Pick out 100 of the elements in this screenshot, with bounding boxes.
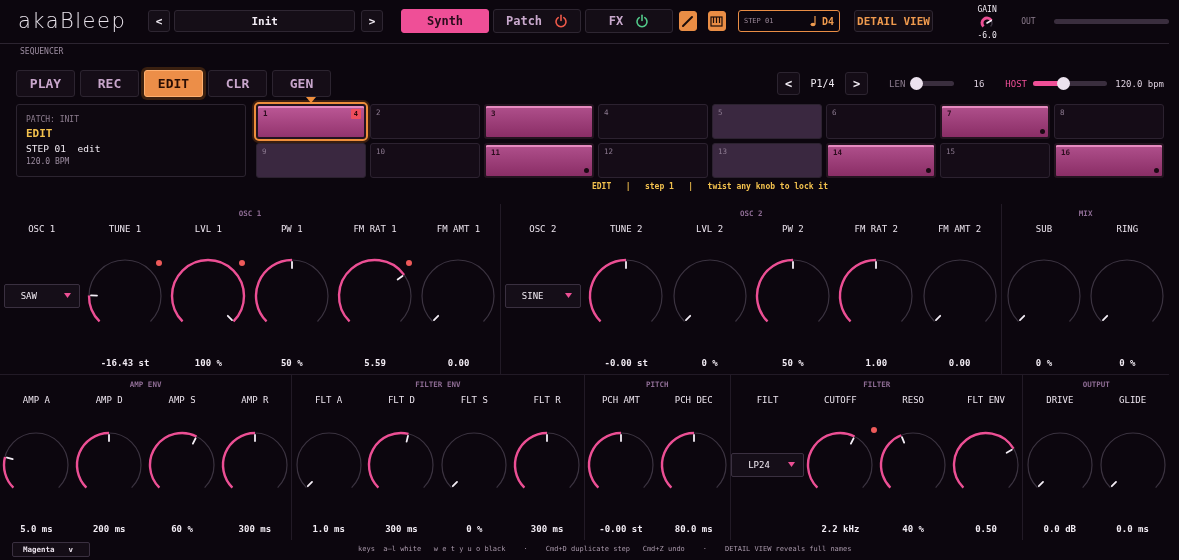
- mode-button[interactable]: PLAY: [16, 70, 75, 98]
- control-label: FM AMT 2: [937, 222, 982, 236]
- knob-value: 200 ms: [92, 523, 126, 537]
- mode-button[interactable]: REC: [80, 70, 139, 98]
- knob-value: -16.43 st: [100, 356, 150, 370]
- dot-icon: [926, 167, 931, 173]
- next-button[interactable]: >: [361, 10, 383, 33]
- knob-value: 5.59: [364, 356, 386, 370]
- section-label: SEQUENCER: [19, 45, 65, 57]
- dot-icon: [1040, 128, 1045, 134]
- control-label: LVL 2: [696, 222, 724, 236]
- caret-icon: [63, 293, 71, 299]
- tab[interactable]: FX: [585, 9, 673, 34]
- dot-icon: [1154, 167, 1159, 173]
- power-icon[interactable]: [554, 14, 569, 29]
- knob-value: 100 %: [194, 356, 222, 370]
- control-label: AMP S: [168, 394, 196, 408]
- control-label: FILT: [756, 394, 779, 408]
- step-label: STEP 01 edit: [26, 141, 102, 156]
- slider-value: 120.0 bpm: [1114, 78, 1164, 89]
- dot-icon: [584, 167, 589, 173]
- pencil-icon: [681, 14, 695, 28]
- page-indicator: P1/4: [809, 78, 836, 90]
- slider[interactable]: [911, 77, 955, 91]
- dropdown[interactable]: SAW: [3, 283, 80, 308]
- tab[interactable]: Synth: [401, 9, 489, 34]
- power-icon[interactable]: [635, 14, 650, 29]
- piano-keys-icon: [710, 14, 724, 28]
- control-label: RESO: [902, 394, 924, 408]
- slider-thumb[interactable]: [1056, 77, 1070, 91]
- control-label: DRIVE: [1046, 394, 1074, 408]
- app-logo: akaBleep: [18, 9, 127, 34]
- knob-value: 1.00: [865, 356, 888, 370]
- gain-value: -6.0: [977, 31, 997, 41]
- slider[interactable]: [1033, 77, 1107, 91]
- tab[interactable]: Patch: [493, 9, 581, 34]
- control-label: FM RAT 2: [854, 222, 898, 236]
- dropdown[interactable]: LP24: [731, 452, 804, 477]
- knob-value: 50 %: [782, 356, 804, 370]
- mode-button[interactable]: EDIT: [144, 70, 203, 98]
- knob-value: 0 %: [701, 356, 718, 370]
- note-icon: [810, 15, 818, 28]
- knob-value: 0.0 ms: [1116, 523, 1149, 537]
- control-label: FLT D: [387, 394, 415, 408]
- control-label: PW 2: [782, 222, 804, 236]
- previous-page-button[interactable]: <: [777, 72, 801, 96]
- knob-value: 0 %: [1035, 356, 1053, 370]
- slider-thumb[interactable]: [910, 77, 924, 91]
- control-label: FM AMT 1: [436, 222, 481, 236]
- control-label: RING: [1116, 222, 1139, 236]
- control-label: OSC 2: [529, 222, 557, 236]
- tool-button[interactable]: [679, 11, 697, 32]
- hint-text: EDIT | step 1 | twist any knob to lock it: [591, 181, 829, 192]
- patch-name: PATCH: INIT: [26, 113, 80, 126]
- knob-value: 300 ms: [530, 523, 564, 537]
- control-label: PCH DEC: [674, 394, 713, 408]
- knob-value: 60 %: [171, 523, 193, 537]
- knob-value: 1.0 ms: [312, 523, 345, 537]
- slider-value: 16: [972, 78, 985, 89]
- dropdown[interactable]: SINE: [504, 283, 581, 308]
- control-label: AMP D: [95, 394, 123, 408]
- previous-button[interactable]: <: [148, 10, 170, 33]
- control-label: TUNE 1: [108, 222, 142, 236]
- detail-view-button[interactable]: DETAIL VIEW: [854, 10, 933, 33]
- control-label: LVL 1: [194, 222, 222, 236]
- knob-value: 0.0 dB: [1043, 523, 1077, 537]
- output-label: OUT: [1021, 16, 1037, 26]
- preset-name-field[interactable]: Init: [174, 10, 356, 33]
- host-label: HOST: [1005, 78, 1027, 89]
- control-label: AMP R: [241, 394, 269, 408]
- knob-value: 2.2 kHz: [821, 523, 860, 537]
- control-label: FLT R: [533, 394, 561, 408]
- control-label: FLT ENV: [967, 394, 1005, 408]
- control-label: AMP A: [22, 394, 50, 408]
- knob-value: 50 %: [280, 356, 303, 370]
- knob-value: 5.0 ms: [20, 523, 53, 537]
- knob-value: 0.50: [975, 523, 997, 537]
- knob-value: 300 ms: [238, 523, 272, 537]
- gain-label: GAIN: [977, 5, 997, 16]
- caret-icon: [564, 293, 572, 299]
- control-label: SUB: [1035, 222, 1053, 236]
- control-label: FLT S: [460, 394, 488, 408]
- knob-value: 0 %: [1119, 356, 1136, 370]
- control-label: PCH AMT: [601, 394, 640, 408]
- mode-button[interactable]: GEN: [272, 70, 331, 98]
- next-page-button[interactable]: >: [845, 72, 869, 96]
- tool-button[interactable]: [707, 11, 726, 32]
- knob-value: -0.00 st: [599, 523, 643, 537]
- triangle-icon: [306, 96, 316, 103]
- mode-button[interactable]: CLR: [208, 70, 267, 98]
- length-label: LEN: [889, 78, 906, 89]
- knob-value: 0 %: [466, 523, 483, 537]
- knob-value: 300 ms: [385, 523, 418, 537]
- tempo-label: 120.0 BPM: [26, 155, 71, 167]
- knob-value: 80.0 ms: [674, 523, 713, 537]
- knob-value: 0.00: [447, 356, 470, 370]
- knob-value: 0.00: [948, 356, 971, 370]
- knob-value: 40 %: [902, 523, 924, 537]
- control-label: FLT A: [315, 394, 343, 408]
- control-label: TUNE 2: [609, 222, 643, 236]
